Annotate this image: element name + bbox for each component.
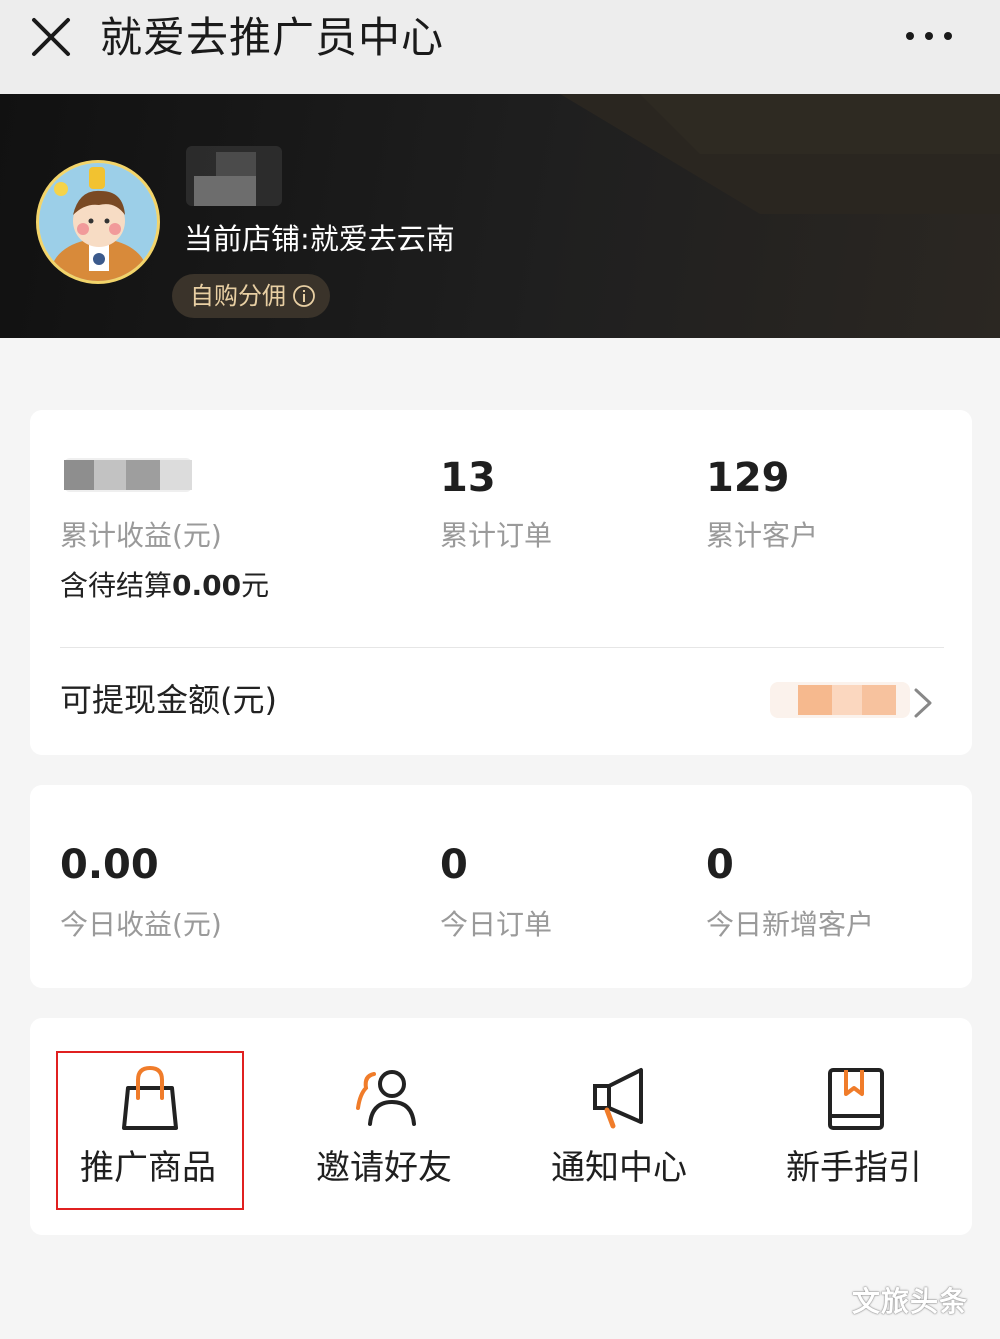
shopping-bag-icon xyxy=(122,1065,178,1130)
total-customers-label: 累计客户 xyxy=(706,519,819,552)
megaphone-icon xyxy=(593,1068,643,1129)
pending-suffix: 元 xyxy=(241,569,270,602)
withdrawable-amount-blurred[interactable] xyxy=(770,682,910,718)
profile-banner: 当前店铺:就爱去云南 自购分佣 xyxy=(0,94,1000,338)
total-income-label: 累计收益(元) xyxy=(60,519,222,552)
pending-settlement: 含待结算0.00元 xyxy=(60,566,269,606)
today-income-label: 今日收益(元) xyxy=(60,908,222,941)
menu-item-notification-center[interactable]: 通知中心 xyxy=(501,1018,737,1235)
chevron-right-icon[interactable] xyxy=(910,686,936,720)
summary-card: 累计收益(元) 含待结算0.00元 13 累计订单 129 累计客户 可提现金额… xyxy=(30,410,972,755)
today-orders-value: 0 xyxy=(440,842,468,888)
total-orders-label: 累计订单 xyxy=(440,519,553,552)
today-orders-label: 今日订单 xyxy=(440,908,553,941)
total-income-blurred xyxy=(64,458,192,492)
divider xyxy=(60,647,944,648)
top-nav-bar: 就爱去推广员中心 xyxy=(0,0,1000,94)
avatar[interactable] xyxy=(36,160,160,284)
page-title: 就爱去推广员中心 xyxy=(100,13,445,62)
commission-tag[interactable]: 自购分佣 xyxy=(172,274,330,318)
watermark: 文旅头条 xyxy=(852,1285,969,1318)
menu-item-beginner-guide[interactable]: 新手指引 xyxy=(736,1018,972,1235)
pending-amount: 0.00 xyxy=(172,569,242,602)
menu-card: 推广商品 邀请好友 通知中心 新手指引 xyxy=(30,1018,972,1235)
current-store-label: 当前店铺:就爱去云南 xyxy=(184,222,455,256)
total-customers-value: 129 xyxy=(706,455,790,501)
today-income-value: 0.00 xyxy=(60,842,159,888)
menu-label-notification-center: 通知中心 xyxy=(551,1148,687,1188)
guide-book-icon xyxy=(828,1068,884,1130)
avatar-illustration xyxy=(39,163,157,281)
total-orders-value: 13 xyxy=(440,455,496,501)
withdrawable-amount-label[interactable]: 可提现金额(元) xyxy=(60,678,277,722)
menu-item-invite-friends[interactable]: 邀请好友 xyxy=(266,1018,502,1235)
invite-user-icon xyxy=(356,1070,416,1126)
today-new-customers-label: 今日新增客户 xyxy=(706,908,875,941)
menu-label-promote-products: 推广商品 xyxy=(80,1148,216,1188)
menu-item-promote-products[interactable]: 推广商品 xyxy=(30,1018,266,1235)
today-new-customers-value: 0 xyxy=(706,842,734,888)
menu-label-invite-friends: 邀请好友 xyxy=(316,1148,452,1188)
pending-prefix: 含待结算 xyxy=(60,569,173,602)
info-icon[interactable] xyxy=(292,284,316,308)
menu-label-beginner-guide: 新手指引 xyxy=(786,1148,922,1188)
today-stats-card: 0.00 今日收益(元) 0 今日订单 0 今日新增客户 xyxy=(30,785,972,988)
username-blurred xyxy=(186,146,282,206)
close-icon[interactable] xyxy=(30,16,72,58)
commission-tag-label: 自购分佣 xyxy=(190,282,286,310)
more-options-icon[interactable] xyxy=(904,28,954,44)
